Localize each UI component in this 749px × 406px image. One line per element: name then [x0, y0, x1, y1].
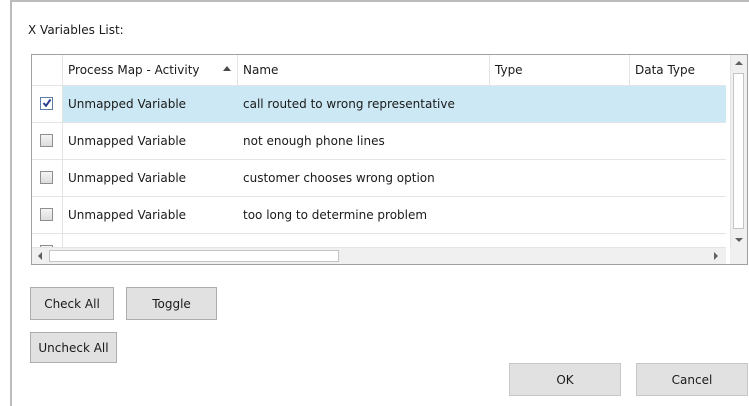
vertical-scrollbar[interactable]	[730, 55, 747, 248]
row-selector[interactable]	[32, 234, 63, 248]
dialog-frame-left	[10, 0, 12, 406]
row-checkbox[interactable]	[40, 97, 53, 110]
horizontal-scroll-thumb[interactable]	[49, 250, 339, 262]
check-all-button[interactable]: Check All	[30, 287, 114, 320]
row-checkbox[interactable]	[40, 171, 53, 184]
column-header-label: Name	[243, 63, 279, 77]
arrow-right-icon	[714, 252, 718, 260]
column-header-type[interactable]: Type	[490, 55, 630, 85]
uncheck-all-button[interactable]: Uncheck All	[30, 332, 117, 363]
dialog-frame-top	[10, 0, 749, 2]
column-header-label: Type	[495, 63, 523, 77]
cell-activity[interactable]: Unmapped Variable	[68, 86, 186, 123]
variables-list-label: X Variables List:	[28, 23, 124, 37]
row-selector[interactable]	[32, 197, 63, 233]
cancel-button[interactable]: Cancel	[636, 363, 748, 396]
table-row[interactable]: Unmapped Variable too long to determine …	[32, 197, 726, 234]
cell-name[interactable]: call routed to wrong representative	[243, 86, 455, 123]
column-header-data-type[interactable]: Data Type	[630, 55, 726, 85]
scroll-down-button[interactable]	[731, 231, 747, 248]
table-row[interactable]: Unmapped Variable call routed to wrong r…	[32, 86, 726, 123]
arrow-up-icon	[735, 61, 743, 65]
column-header-process-map-activity[interactable]: Process Map - Activity	[63, 55, 238, 85]
checkmark-icon	[42, 98, 52, 108]
row-selector[interactable]	[32, 86, 63, 122]
table-row[interactable]: Unmapped Variable customer chooses wrong…	[32, 160, 726, 197]
cell-name[interactable]: not enough phone lines	[243, 123, 385, 160]
row-checkbox[interactable]	[40, 208, 53, 221]
cell-name[interactable]: customer chooses wrong option	[243, 160, 435, 197]
table-row-partial[interactable]	[32, 234, 726, 248]
column-header-name[interactable]: Name	[238, 55, 490, 85]
arrow-left-icon	[38, 252, 42, 260]
variables-grid[interactable]: Process Map - Activity Name Type Data Ty…	[31, 54, 748, 265]
horizontal-scrollbar[interactable]	[32, 247, 726, 264]
scroll-left-button[interactable]	[32, 248, 48, 265]
table-row[interactable]: Unmapped Variable not enough phone lines	[32, 123, 726, 160]
row-selector[interactable]	[32, 160, 63, 196]
cell-name[interactable]: too long to determine problem	[243, 197, 427, 234]
row-selector[interactable]	[32, 123, 63, 159]
cell-activity[interactable]: Unmapped Variable	[68, 197, 186, 234]
scroll-right-button[interactable]	[708, 248, 724, 265]
column-header-label: Data Type	[635, 63, 696, 77]
sort-ascending-icon	[223, 66, 231, 71]
row-header-corner	[32, 55, 63, 85]
row-checkbox[interactable]	[40, 134, 53, 147]
cell-activity[interactable]: Unmapped Variable	[68, 123, 186, 160]
scrollbar-corner	[730, 247, 747, 264]
toggle-button[interactable]: Toggle	[126, 287, 217, 320]
grid-header: Process Map - Activity Name Type Data Ty…	[32, 55, 726, 86]
cell-activity[interactable]: Unmapped Variable	[68, 160, 186, 197]
vertical-scroll-thumb[interactable]	[733, 73, 744, 229]
scroll-up-button[interactable]	[731, 55, 747, 72]
arrow-down-icon	[735, 238, 743, 242]
column-header-label: Process Map - Activity	[68, 63, 200, 77]
ok-button[interactable]: OK	[509, 363, 621, 396]
